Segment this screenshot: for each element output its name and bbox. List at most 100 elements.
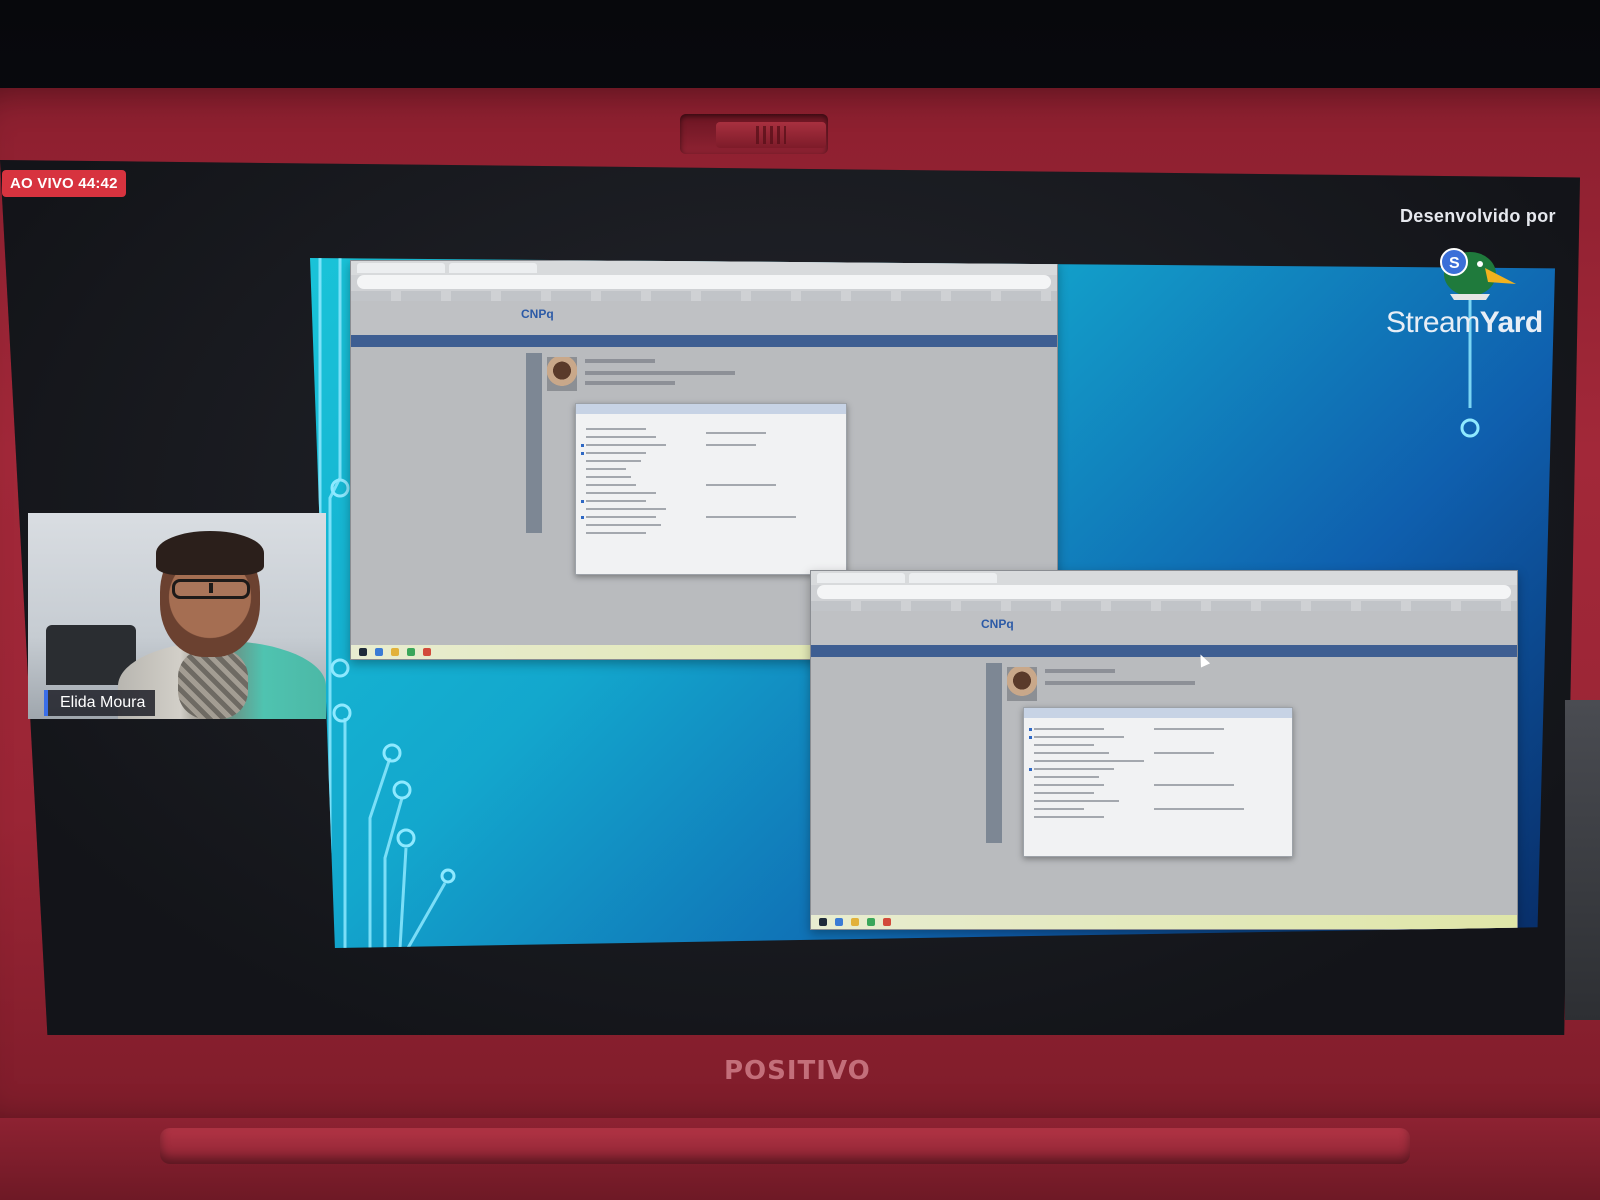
dialog-option bbox=[706, 516, 796, 518]
brand-name: StreamYard bbox=[1386, 306, 1543, 340]
options-dialog bbox=[1023, 707, 1293, 857]
photo-scene: CNPq CNPq AO VIVO 44:42 Desenvolvido por… bbox=[0, 0, 1600, 1200]
circuit-node bbox=[440, 868, 456, 884]
circuit-line bbox=[406, 882, 447, 948]
browser-tab-strip bbox=[811, 571, 1517, 585]
site-nav bbox=[351, 335, 1057, 347]
taskbar-app-icon bbox=[423, 648, 431, 656]
circuit-line bbox=[383, 797, 404, 948]
site-header: CNPq bbox=[351, 301, 1057, 335]
circuit-node bbox=[332, 703, 352, 723]
dialog-option bbox=[1034, 736, 1124, 738]
dialog-option bbox=[586, 452, 646, 454]
circuit-node bbox=[392, 780, 412, 800]
participant-video-tile bbox=[28, 513, 326, 719]
participant-scarf bbox=[178, 649, 248, 719]
taskbar-app-icon bbox=[867, 918, 875, 926]
dialog-option bbox=[1034, 800, 1119, 802]
dialog-option bbox=[586, 508, 666, 510]
windows-taskbar bbox=[811, 915, 1517, 929]
dialog-checkbox bbox=[581, 444, 584, 447]
brand-name-part2: Yard bbox=[1479, 306, 1544, 339]
circuit-node bbox=[330, 658, 350, 678]
dialog-option bbox=[586, 476, 631, 478]
dialog-option bbox=[1154, 728, 1224, 730]
dialog-option bbox=[706, 484, 776, 486]
browser-tab bbox=[449, 263, 537, 273]
branding-caption: Desenvolvido por bbox=[1400, 206, 1556, 226]
circuit-line bbox=[328, 258, 342, 948]
taskbar-app-icon bbox=[391, 648, 399, 656]
circuit-node bbox=[396, 828, 416, 848]
site-sidebar bbox=[986, 663, 1002, 843]
browser-tab bbox=[909, 573, 997, 583]
glasses-bridge bbox=[209, 583, 213, 593]
browser-address-bar bbox=[817, 585, 1511, 599]
laptop-brand-logo: POSITIVO bbox=[724, 1056, 871, 1086]
dialog-option bbox=[1034, 776, 1099, 778]
dialog-option bbox=[706, 432, 766, 434]
participant-name-tag: Elida Moura bbox=[44, 690, 156, 716]
text-line bbox=[1045, 681, 1195, 685]
circuit-node bbox=[1460, 418, 1480, 438]
dialog-option bbox=[586, 492, 656, 494]
dialog-option bbox=[1154, 784, 1234, 786]
circuit-line bbox=[398, 847, 408, 948]
dialog-option bbox=[1154, 808, 1244, 810]
svg-text:S: S bbox=[1449, 255, 1460, 272]
dialog-option bbox=[586, 444, 666, 446]
brand-name-part1: Stream bbox=[1386, 306, 1480, 339]
dialog-option bbox=[586, 428, 646, 430]
dialog-option bbox=[1034, 744, 1094, 746]
background-object bbox=[1565, 700, 1600, 1020]
site-header: CNPq bbox=[811, 611, 1517, 645]
site-logo: CNPq bbox=[521, 307, 554, 321]
dialog-checkbox bbox=[581, 500, 584, 503]
dialog-option bbox=[1034, 760, 1144, 762]
site-sidebar bbox=[526, 353, 542, 533]
text-line bbox=[1045, 669, 1115, 673]
text-line bbox=[585, 381, 675, 385]
dialog-checkbox bbox=[1029, 736, 1032, 739]
dialog-title-bar bbox=[576, 404, 846, 414]
dialog-option bbox=[1034, 728, 1104, 730]
taskbar-app-icon bbox=[835, 918, 843, 926]
shared-browser-window: CNPq bbox=[810, 570, 1518, 930]
participant-hair bbox=[156, 531, 264, 575]
live-timer-badge: AO VIVO 44:42 bbox=[2, 170, 126, 197]
browser-tab bbox=[817, 573, 905, 583]
dialog-option bbox=[706, 444, 756, 446]
site-body bbox=[811, 657, 1517, 929]
browser-bookmarks-bar bbox=[351, 291, 1057, 301]
dialog-option bbox=[1034, 808, 1084, 810]
laptop-hinge bbox=[160, 1128, 1410, 1164]
dialog-option bbox=[586, 484, 636, 486]
dialog-option bbox=[1154, 752, 1214, 754]
dialog-checkbox bbox=[1029, 728, 1032, 731]
text-line bbox=[585, 359, 655, 363]
dialog-checkbox bbox=[1029, 768, 1032, 771]
streamyard-duck-logo-icon: S bbox=[1440, 248, 1516, 300]
profile-photo bbox=[547, 357, 577, 391]
site-nav bbox=[811, 645, 1517, 657]
dialog-title-bar bbox=[1024, 708, 1292, 718]
dialog-option bbox=[1034, 752, 1109, 754]
start-icon bbox=[819, 918, 827, 926]
dialog-option bbox=[586, 500, 646, 502]
taskbar-app-icon bbox=[851, 918, 859, 926]
taskbar-app-icon bbox=[883, 918, 891, 926]
dialog-checkbox bbox=[581, 516, 584, 519]
options-dialog bbox=[575, 403, 847, 575]
circuit-node bbox=[382, 743, 402, 763]
dialog-option bbox=[586, 436, 656, 438]
webcam-slider-ridges bbox=[756, 126, 786, 144]
browser-address-bar bbox=[357, 275, 1051, 289]
browser-tab bbox=[357, 263, 445, 273]
text-line bbox=[585, 371, 735, 375]
screen-share-stage: CNPq CNPq bbox=[310, 258, 1555, 948]
dialog-option bbox=[1034, 792, 1094, 794]
dialog-option bbox=[586, 516, 656, 518]
dialog-checkbox bbox=[581, 452, 584, 455]
dialog-option bbox=[1034, 784, 1104, 786]
taskbar-app-icon bbox=[375, 648, 383, 656]
